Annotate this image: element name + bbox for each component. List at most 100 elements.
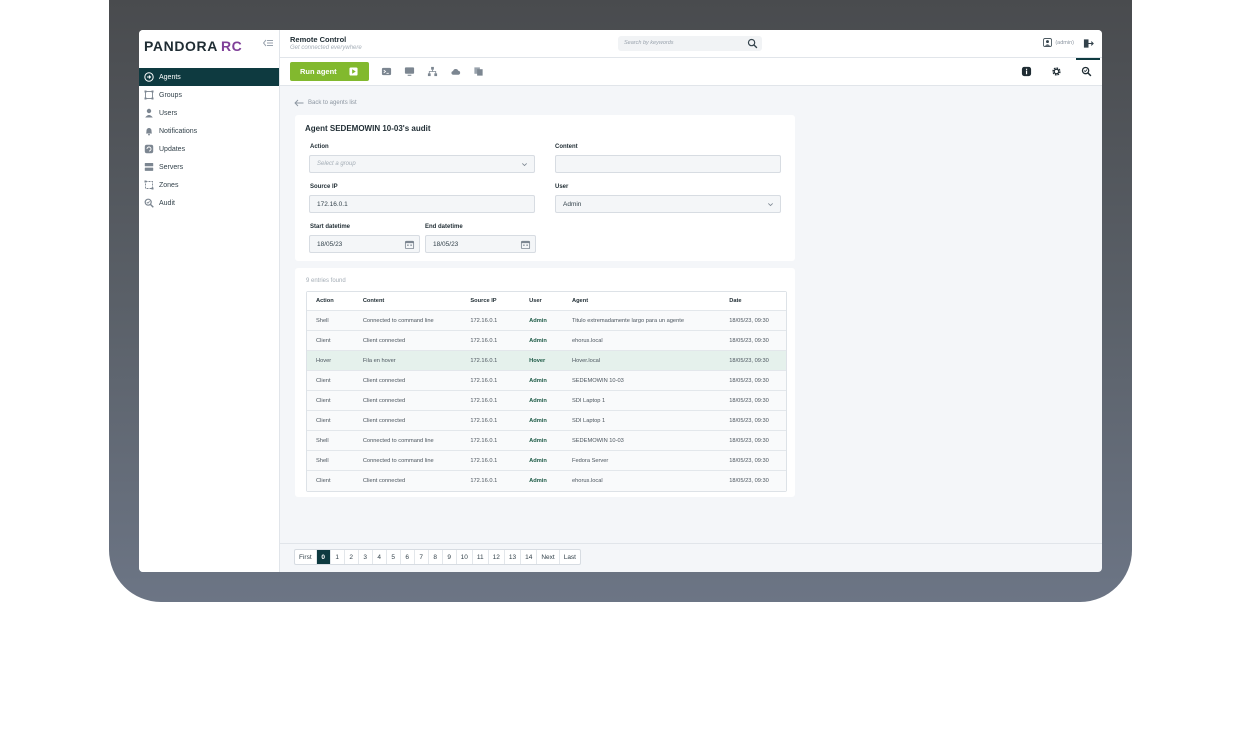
page-number-button[interactable]: 14 — [521, 550, 538, 564]
sidebar-item-users[interactable]: Users — [139, 104, 279, 122]
table-row[interactable]: Client Client connected 172.16.0.1 Admin SED… — [307, 371, 786, 391]
page-number-button[interactable]: 13 — [505, 550, 522, 564]
column-header[interactable]: User — [520, 298, 563, 304]
gear-icon[interactable] — [1051, 66, 1062, 77]
view-icons — [381, 66, 496, 77]
page-number-button[interactable]: 2 — [345, 550, 359, 564]
table-row[interactable]: Shell Connected to command line 172.16.0.1… — [307, 451, 786, 471]
collapse-sidebar-icon[interactable] — [262, 38, 273, 50]
action-placeholder: Select a group — [317, 161, 356, 167]
page-number-button[interactable]: 10 — [457, 550, 473, 564]
page-subtitle: Get connected everywhere — [290, 45, 362, 51]
sidebar-item-label: Zones — [159, 181, 179, 189]
page-first-button[interactable]: First — [295, 550, 317, 564]
table-row[interactable]: Client Client connected 172.16.0.1 Admin eho… — [307, 331, 786, 351]
table-row[interactable]: Shell Connected to command line 172.16.0.1… — [307, 431, 786, 451]
table-cell-user: Admin — [529, 457, 547, 464]
user-menu[interactable]: (admin) — [1043, 38, 1074, 47]
action-label: Action — [310, 144, 329, 150]
calendar-icon[interactable] — [404, 239, 415, 250]
table-cell-date: 18/05/23, 09:30 — [729, 457, 769, 464]
network-icon[interactable] — [427, 66, 438, 77]
sidebar-item-zones[interactable]: Zones — [139, 176, 279, 194]
sidebar-item-groups[interactable]: Groups — [139, 86, 279, 104]
end-datetime-value: 18/05/23 — [433, 240, 459, 248]
sidebar-item-servers[interactable]: Servers — [139, 158, 279, 176]
source-ip-label: Source IP — [310, 184, 338, 190]
search-input[interactable]: Search by keywords — [618, 36, 762, 51]
table-row[interactable]: Client Client connected 172.16.0.1 Admin eho… — [307, 471, 786, 491]
page-number-button[interactable]: 12 — [489, 550, 505, 564]
sidebar-item-notifications[interactable]: Notifications — [139, 122, 279, 140]
table-cell-action: Client — [316, 417, 331, 424]
search-icon[interactable] — [747, 38, 758, 49]
files-icon[interactable] — [473, 66, 484, 77]
chevron-down-icon — [768, 203, 773, 207]
info-icon[interactable] — [1021, 66, 1032, 77]
column-header[interactable]: Source IP — [461, 298, 520, 304]
agents-icon — [144, 72, 154, 82]
search-placeholder: Search by keywords — [624, 40, 674, 46]
back-link[interactable]: Back to agents list — [294, 99, 357, 107]
page-number-button[interactable]: 8 — [429, 550, 443, 564]
page-number-button[interactable]: 1 — [331, 550, 345, 564]
table-cell-date: 18/05/23, 09:30 — [729, 478, 769, 484]
page-number-button[interactable]: 5 — [387, 550, 401, 564]
table-cell-action: Client — [316, 478, 331, 484]
groups-icon — [144, 90, 154, 100]
start-datetime-field[interactable]: 18/05/23 — [309, 235, 420, 253]
audit-filter-card: Agent SEDEMOWIN 10-03's audit Action Sel… — [295, 115, 795, 261]
sidebar-item-updates[interactable]: Updates — [139, 140, 279, 158]
table-row[interactable]: Shell Connected to command line 172.16.0.1… — [307, 311, 786, 331]
table-cell-source-ip: 172.16.0.1 — [470, 397, 498, 404]
start-datetime-label: Start datetime — [310, 224, 351, 230]
entries-count: 9 entries found — [306, 278, 346, 284]
sidebar-item-label: Audit — [159, 199, 175, 207]
sidebar-item-audit[interactable]: Audit — [139, 194, 279, 212]
page-number-button[interactable]: 3 — [359, 550, 373, 564]
table-row[interactable]: Client Client connected 172.16.0.1 Admin SDI… — [307, 411, 786, 431]
footer-divider — [280, 543, 1102, 544]
table-cell-source-ip: 172.16.0.1 — [470, 377, 498, 384]
page-number-button[interactable]: 4 — [373, 550, 387, 564]
sidebar-item-agents[interactable]: Agents — [139, 68, 279, 86]
table-row[interactable]: Client Client connected 172.16.0.1 Admin SDI… — [307, 391, 786, 411]
column-header[interactable]: Action — [307, 298, 354, 304]
page-number-button[interactable]: 9 — [443, 550, 457, 564]
page-last-button[interactable]: Last — [560, 550, 580, 564]
run-agent-button[interactable]: Run agent — [290, 62, 369, 81]
sidebar-item-label: Users — [159, 109, 178, 117]
user-name: (admin) — [1055, 39, 1074, 46]
user-select[interactable]: Admin — [555, 195, 781, 213]
table-cell-agent: SEDEMOWIN 10-03 — [571, 377, 624, 384]
content-label: Content — [555, 144, 578, 150]
page-number-button[interactable]: 6 — [401, 550, 415, 564]
action-select[interactable]: Select a group — [309, 155, 535, 173]
active-view-indicator — [1076, 58, 1100, 60]
desktop-icon[interactable] — [404, 66, 415, 77]
end-datetime-field[interactable]: 18/05/23 — [425, 235, 536, 253]
column-header[interactable]: Agent — [563, 298, 720, 304]
chevron-down-icon — [522, 163, 527, 167]
logout-icon[interactable] — [1083, 38, 1094, 49]
column-header[interactable]: Date — [720, 298, 786, 304]
table-cell-source-ip: 172.16.0.1 — [470, 357, 498, 364]
table-cell-source-ip: 172.16.0.1 — [470, 437, 498, 444]
table-cell-user: Admin — [529, 478, 547, 484]
page-number-button[interactable]: 11 — [473, 550, 489, 564]
calendar-icon[interactable] — [520, 239, 531, 250]
table-cell-date: 18/05/23, 09:30 — [729, 317, 769, 324]
table-cell-date: 18/05/23, 09:30 — [729, 437, 769, 444]
audit-search-icon[interactable] — [1081, 66, 1092, 77]
cloud-icon[interactable] — [450, 66, 461, 77]
table-row[interactable]: Hover Fila en hover 172.16.0.1 Hover Hover.l… — [307, 351, 786, 371]
page-number-button[interactable]: 0 — [316, 550, 331, 564]
page-number-button[interactable]: 7 — [415, 550, 429, 564]
page-next-button[interactable]: Next — [537, 550, 560, 564]
user-icon — [1043, 38, 1053, 47]
column-header[interactable]: Content — [354, 298, 462, 304]
source-ip-field[interactable]: 172.16.0.1 — [309, 195, 535, 213]
table-cell-user: Admin — [529, 437, 547, 444]
terminal-icon[interactable] — [381, 66, 392, 77]
content-field[interactable] — [555, 155, 781, 173]
